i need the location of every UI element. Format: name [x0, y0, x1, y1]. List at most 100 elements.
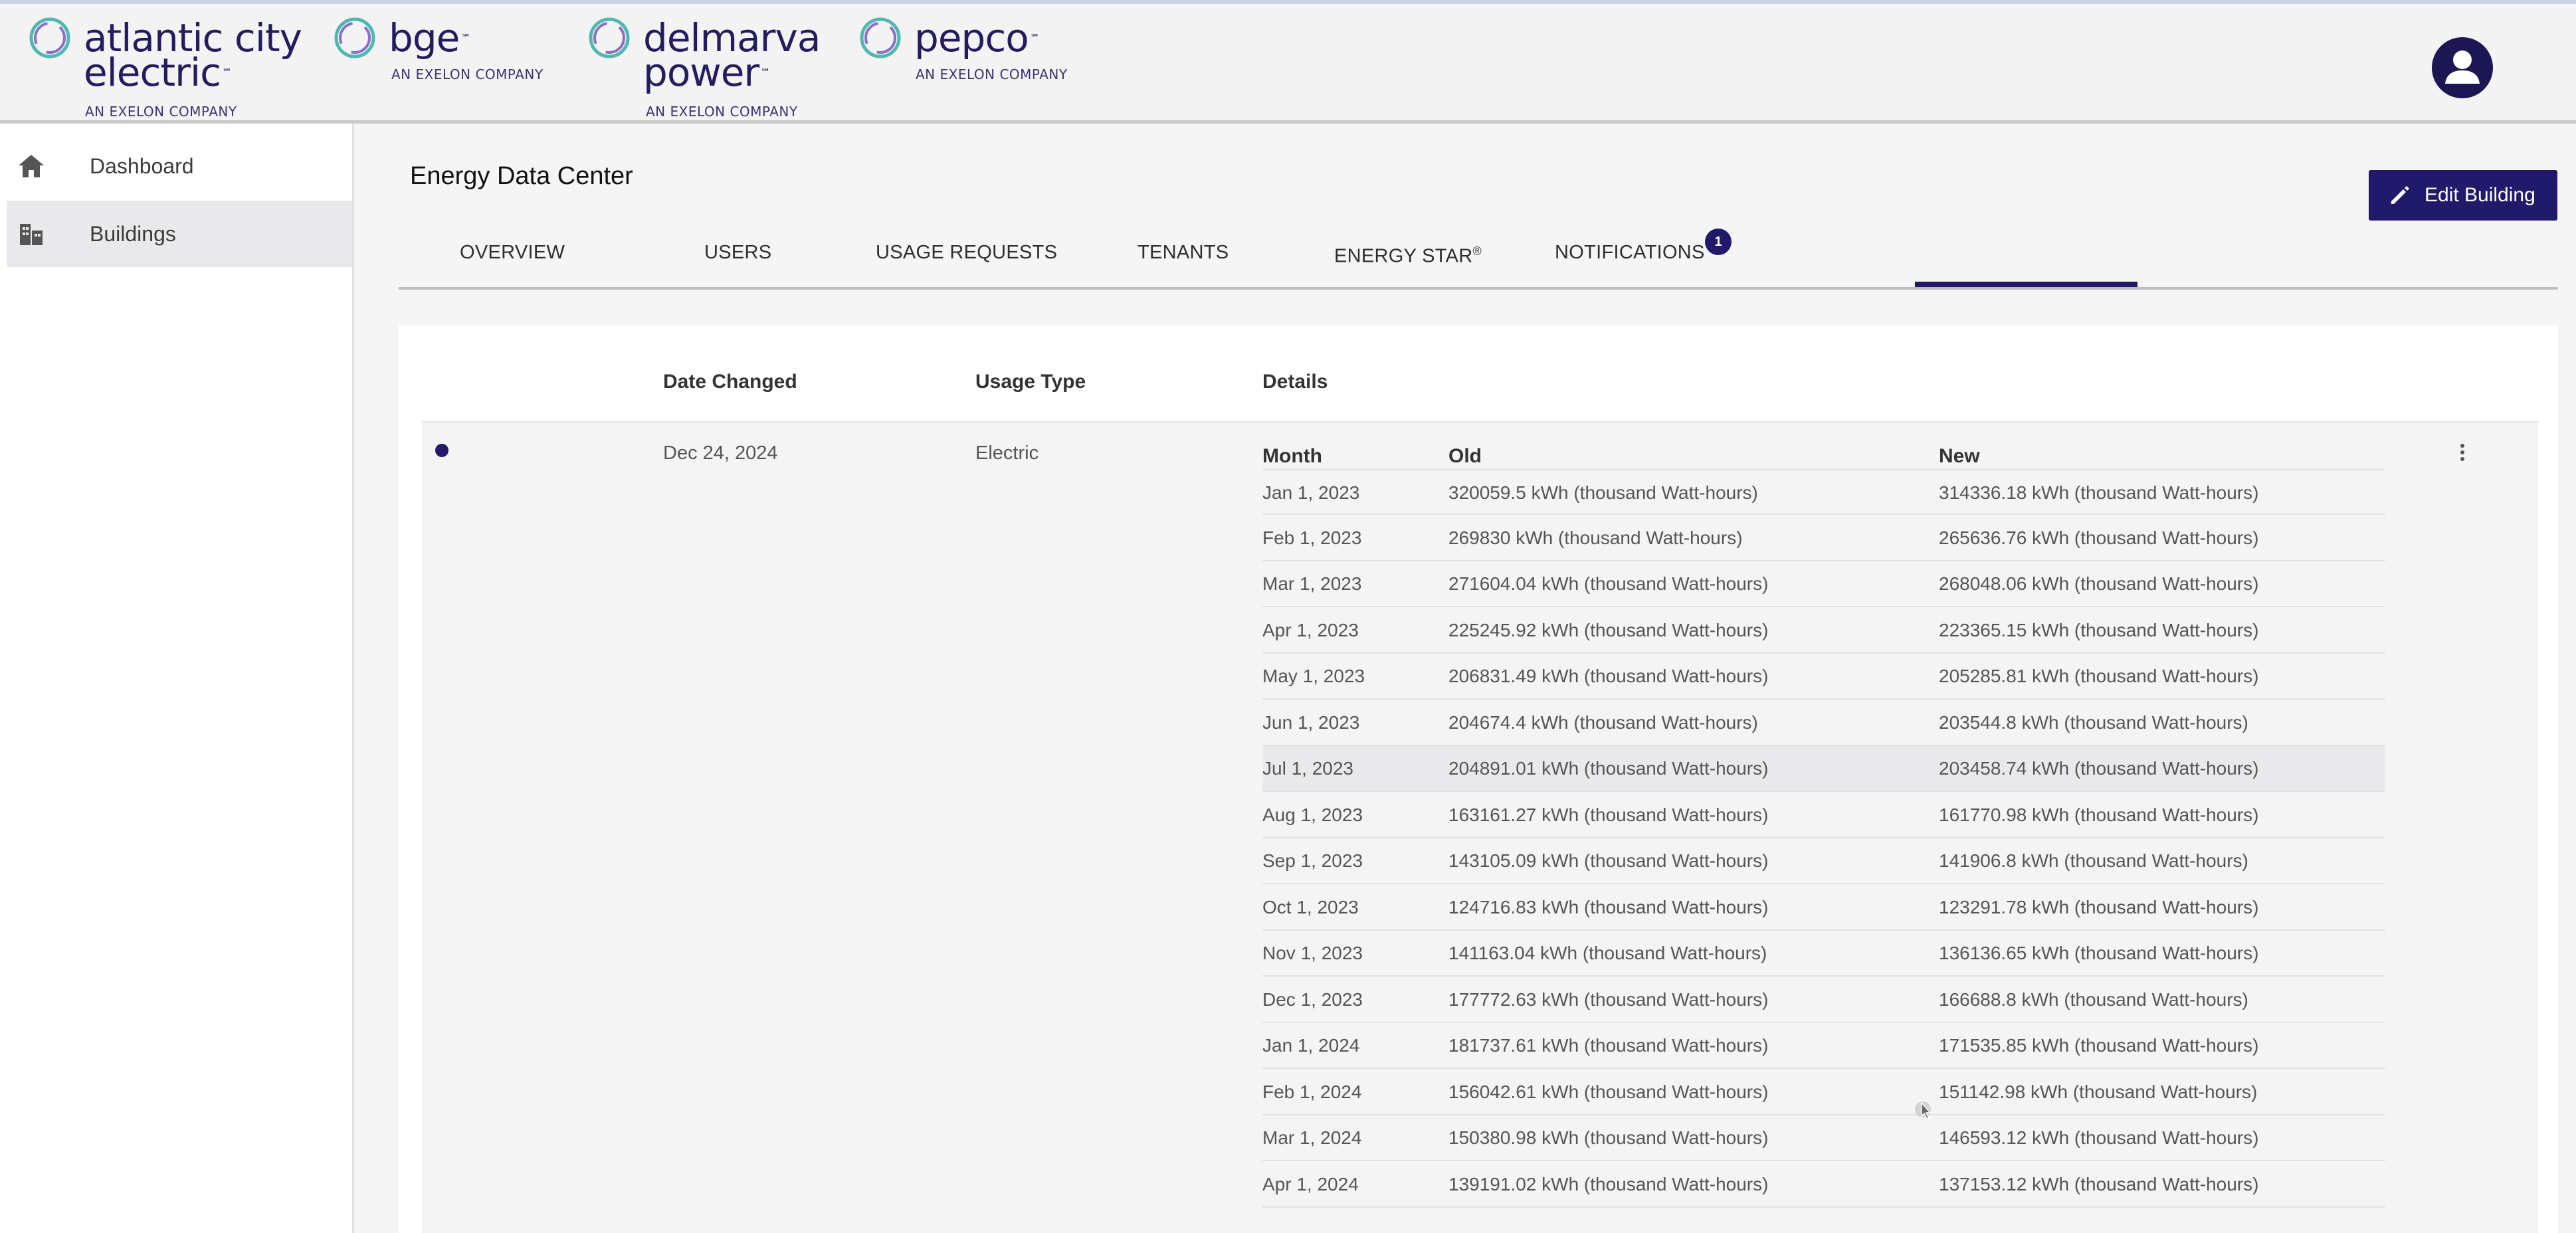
- exelon-logo-icon: [334, 17, 375, 58]
- tab-notifications[interactable]: NOTIFICATIONS: [1555, 242, 1705, 264]
- detail-row: Aug 1, 2023 163161.27 kWh (thousand Watt-…: [1262, 793, 2385, 838]
- exelon-logo-icon: [29, 17, 70, 58]
- detail-row: Apr 1, 2024 139191.02 kWh (thousand Watt-…: [1262, 1162, 2385, 1208]
- detail-old-value: 181737.61 kWh (thousand Watt-hours): [1448, 1035, 1769, 1056]
- detail-old-value: 163161.27 kWh (thousand Watt-hours): [1448, 804, 1769, 825]
- detail-month: May 1, 2023: [1262, 666, 1365, 686]
- notifications-panel: Date Changed Usage Type Details Dec 24, …: [399, 326, 2558, 1233]
- home-icon: [19, 155, 44, 177]
- brand-subtitle: AN EXELON COMPANY: [85, 104, 237, 120]
- detail-row: Jan 1, 2023 320059.5 kWh (thousand Watt-h…: [1262, 469, 2385, 515]
- trademark-mark: ℠: [1030, 33, 1040, 43]
- sidebar-item-label: Dashboard: [90, 153, 194, 178]
- brand-name: bge: [389, 15, 460, 60]
- trademark-mark: ℠: [461, 33, 470, 43]
- detail-old-value: 156042.61 kWh (thousand Watt-hours): [1448, 1081, 1769, 1102]
- column-header-details: Details: [1262, 371, 1328, 393]
- detail-month: Feb 1, 2024: [1262, 1081, 1362, 1102]
- brand-subtitle: AN EXELON COMPANY: [391, 66, 544, 82]
- sidebar: Dashboard Buildings: [0, 124, 354, 1233]
- detail-old-value: 177772.63 kWh (thousand Watt-hours): [1448, 989, 1769, 1010]
- detail-month: Mar 1, 2023: [1262, 573, 1362, 594]
- more-options-icon[interactable]: [2457, 441, 2468, 468]
- active-tab-indicator: [1915, 282, 2137, 287]
- tab-label: ENERGY STAR: [1334, 245, 1473, 267]
- detail-new-value: 268048.06 kWh (thousand Watt-hours): [1939, 573, 2259, 594]
- detail-old-value: 269830 kWh (thousand Watt-hours): [1448, 527, 1743, 548]
- detail-row: Feb 1, 2024 156042.61 kWh (thousand Watt-…: [1262, 1070, 2385, 1115]
- detail-month: Dec 1, 2023: [1262, 989, 1363, 1010]
- detail-new-value: 223365.15 kWh (thousand Watt-hours): [1939, 619, 2259, 640]
- notification-row[interactable]: Dec 24, 2024 Electric Month Old New Jan …: [422, 423, 2538, 1233]
- detail-month: Oct 1, 2023: [1262, 896, 1359, 917]
- detail-month: Mar 1, 2024: [1262, 1127, 1362, 1148]
- detail-old-value: 143105.09 kWh (thousand Watt-hours): [1448, 850, 1769, 871]
- registered-mark: ®: [1472, 244, 1482, 258]
- tab-tenants[interactable]: TENANTS: [1138, 242, 1229, 264]
- detail-month: Apr 1, 2024: [1262, 1173, 1359, 1194]
- detail-new-value: 166688.8 kWh (thousand Watt-hours): [1939, 989, 2248, 1010]
- detail-new-value: 146593.12 kWh (thousand Watt-hours): [1939, 1127, 2259, 1148]
- unread-indicator: [435, 444, 448, 457]
- detail-row: Mar 1, 2023 271604.04 kWh (thousand Watt-…: [1262, 561, 2385, 607]
- column-header-usage-type[interactable]: Usage Type: [975, 371, 1086, 393]
- mouse-cursor-icon: [1915, 1101, 1932, 1119]
- detail-row: May 1, 2023 206831.49 kWh (thousand Watt-…: [1262, 654, 2385, 700]
- usage-type-value: Electric: [975, 442, 1039, 464]
- detail-row: Mar 1, 2024 150380.98 kWh (thousand Watt-…: [1262, 1115, 2385, 1161]
- date-changed-value: Dec 24, 2024: [663, 442, 778, 464]
- user-avatar-button[interactable]: [2432, 37, 2493, 98]
- detail-new-value: 141906.8 kWh (thousand Watt-hours): [1939, 850, 2248, 871]
- detail-row: Apr 1, 2023 225245.92 kWh (thousand Watt-…: [1262, 608, 2385, 654]
- sidebar-item-label: Buildings: [90, 221, 176, 246]
- detail-month: Aug 1, 2023: [1262, 804, 1363, 825]
- detail-row: Feb 1, 2023 269830 kWh (thousand Watt-hou…: [1262, 516, 2385, 561]
- brand-name-line2: power: [643, 50, 759, 95]
- detail-month: Nov 1, 2023: [1262, 943, 1363, 963]
- detail-new-value: 123291.78 kWh (thousand Watt-hours): [1939, 896, 2259, 917]
- detail-row: Oct 1, 2023 124716.83 kWh (thousand Watt-…: [1262, 885, 2385, 931]
- pencil-icon: [2391, 186, 2409, 204]
- detail-month: Jun 1, 2023: [1262, 711, 1360, 733]
- tab-usage-requests[interactable]: USAGE REQUESTS: [876, 242, 1057, 264]
- trademark-mark: ℠: [222, 67, 232, 78]
- page-title: Energy Data Center: [410, 162, 633, 190]
- trademark-mark: ℠: [761, 67, 770, 78]
- tab-energy-star[interactable]: ENERGY STAR®: [1334, 244, 1482, 268]
- detail-old-value: 124716.83 kWh (thousand Watt-hours): [1448, 896, 1769, 917]
- exelon-logo-icon: [860, 17, 901, 58]
- details-header-month: Month: [1262, 445, 1322, 467]
- details-header-old: Old: [1448, 445, 1482, 467]
- detail-month: Jan 1, 2023: [1262, 482, 1360, 503]
- detail-new-value: 137153.12 kWh (thousand Watt-hours): [1939, 1173, 2259, 1194]
- detail-row: Jan 1, 2024 181737.61 kWh (thousand Watt-…: [1262, 1023, 2385, 1069]
- edit-building-label: Edit Building: [2425, 184, 2535, 206]
- detail-row: Sep 1, 2023 143105.09 kWh (thousand Watt-…: [1262, 838, 2385, 884]
- detail-month: Jul 1, 2023: [1262, 758, 1353, 779]
- detail-row: Dec 1, 2023 177772.63 kWh (thousand Watt-…: [1262, 977, 2385, 1023]
- detail-new-value: 203544.8 kWh (thousand Watt-hours): [1939, 711, 2248, 733]
- tab-bar: OVERVIEW USERS USAGE REQUESTS TENANTS EN…: [399, 213, 2558, 290]
- sidebar-item-dashboard[interactable]: Dashboard: [7, 133, 352, 199]
- detail-new-value: 205285.81 kWh (thousand Watt-hours): [1939, 666, 2259, 686]
- detail-month: Sep 1, 2023: [1262, 850, 1363, 871]
- exelon-logo-icon: [589, 17, 630, 58]
- detail-old-value: 150380.98 kWh (thousand Watt-hours): [1448, 1127, 1769, 1148]
- tab-users[interactable]: USERS: [704, 242, 771, 264]
- column-header-date-changed[interactable]: Date Changed: [663, 371, 797, 393]
- detail-old-value: 141163.04 kWh (thousand Watt-hours): [1448, 943, 1767, 963]
- detail-old-value: 271604.04 kWh (thousand Watt-hours): [1448, 573, 1769, 594]
- detail-new-value: 161770.98 kWh (thousand Watt-hours): [1939, 804, 2259, 825]
- detail-old-value: 320059.5 kWh (thousand Watt-hours): [1448, 482, 1758, 503]
- details-header-new: New: [1939, 445, 1980, 467]
- detail-new-value: 203458.74 kWh (thousand Watt-hours): [1939, 758, 2259, 779]
- notifications-count-badge: 1: [1705, 229, 1732, 255]
- sidebar-item-buildings[interactable]: Buildings: [7, 201, 352, 267]
- tab-overview[interactable]: OVERVIEW: [460, 242, 565, 264]
- detail-old-value: 204891.01 kWh (thousand Watt-hours): [1448, 758, 1769, 779]
- building-icon: [20, 224, 43, 245]
- detail-month: Jan 1, 2024: [1262, 1035, 1360, 1056]
- detail-new-value: 314336.18 kWh (thousand Watt-hours): [1939, 482, 2259, 503]
- detail-new-value: 171535.85 kWh (thousand Watt-hours): [1939, 1035, 2259, 1056]
- detail-month: Apr 1, 2023: [1262, 619, 1359, 640]
